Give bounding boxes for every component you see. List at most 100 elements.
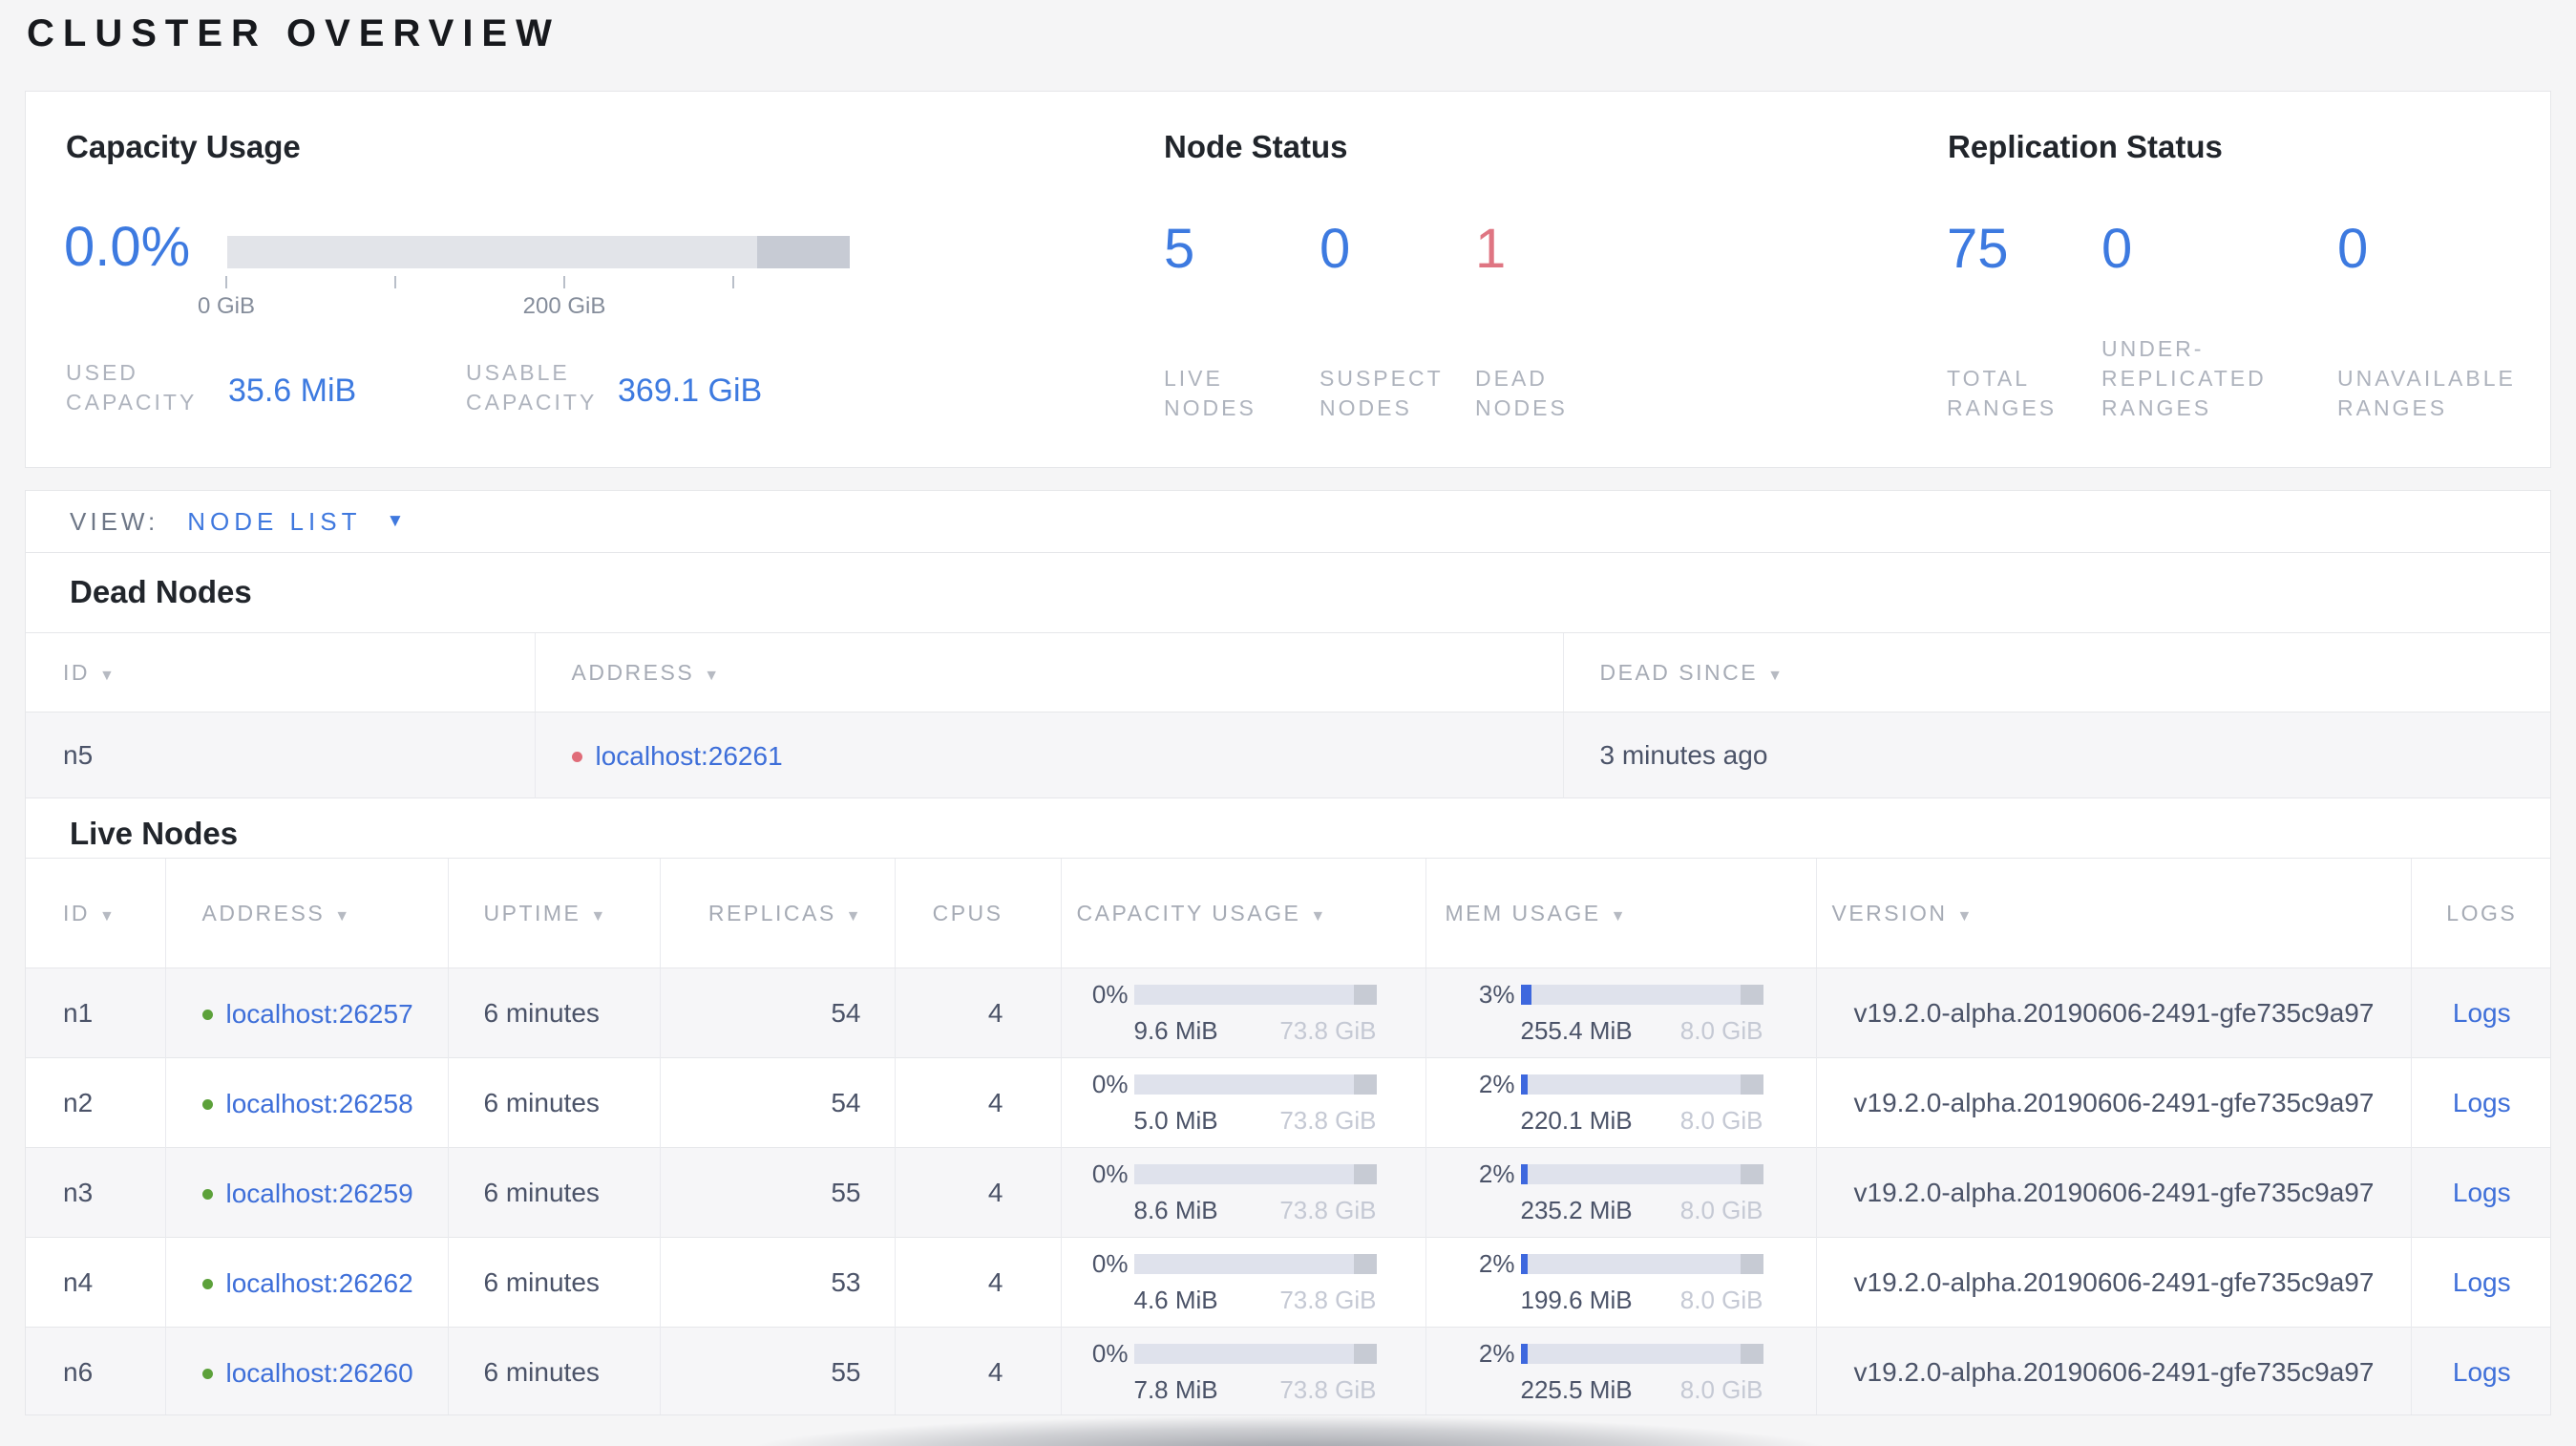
capacity-mini-bar <box>1133 1074 1377 1095</box>
mem-mini-bar <box>1520 1344 1763 1364</box>
live-status-dot-icon <box>201 1188 213 1200</box>
table-row: n1 localhost:26257 6 minutes 54 4 0% 9.6 <box>26 968 2550 1058</box>
sort-arrow-icon: ▼ <box>1767 667 1783 684</box>
replicas-cell: 55 <box>659 1327 895 1414</box>
capacity-usage-cell: 0% 5.0 MiB 73.8 GiB <box>1060 1057 1425 1148</box>
node-id-cell: n6 <box>63 1356 94 1387</box>
sort-arrow-icon: ▼ <box>704 667 720 684</box>
sort-arrow-icon: ▼ <box>99 907 115 925</box>
column-header-uptime[interactable]: UPTIME ▼ <box>447 858 660 968</box>
view-selector-dropdown[interactable]: NODE LIST ▼ <box>187 507 404 537</box>
mem-total-value: 8.0 GiB <box>1679 1016 1763 1045</box>
mem-usage-cell: 3% 255.4 MiB 8.0 GiB <box>1425 968 1816 1058</box>
live-nodes-header-row: ID ▼ ADDRESS ▼ UPTIME ▼ REPLICAS ▼ CPUS CAPACITY … <box>26 858 2550 968</box>
version-text: v19.2.0-alpha.20190606-2491-gfe735c9a97 <box>1853 1087 2375 1117</box>
live-nodes-table: ID ▼ ADDRESS ▼ UPTIME ▼ REPLICAS ▼ CPUS CAPACITY … <box>26 858 2550 1414</box>
dead-status-dot-icon <box>571 751 582 762</box>
capacity-percent-label: 0% <box>1091 980 1129 1009</box>
node-address-cell: localhost:26261 <box>534 712 1563 798</box>
mem-total-value: 8.0 GiB <box>1679 1286 1763 1314</box>
capacity-total-value: 73.8 GiB <box>1279 1016 1377 1045</box>
capacity-percent-label: 0% <box>1091 1159 1129 1188</box>
axis-tick-label: 0 GiB <box>197 293 256 319</box>
mem-percent-label: 2% <box>1478 1070 1515 1098</box>
capacity-gauge-axis: 0 GiB 200 GiB <box>198 272 848 330</box>
column-header-replicas[interactable]: REPLICAS ▼ <box>659 858 895 968</box>
column-header-id[interactable]: ID ▼ <box>26 858 165 968</box>
column-header-mem-usage[interactable]: MEM USAGE ▼ <box>1425 858 1816 968</box>
dead-nodes-header-row: ID ▼ ADDRESS ▼ DEAD SINCE ▼ <box>26 632 2550 712</box>
mem-usage-cell: 2% 199.6 MiB 8.0 GiB <box>1425 1237 1816 1328</box>
node-address-link[interactable]: localhost:26260 <box>226 1358 413 1389</box>
live-status-dot-icon <box>201 1098 213 1110</box>
logs-link[interactable]: Logs <box>2453 1267 2511 1297</box>
logs-link[interactable]: Logs <box>2453 1178 2511 1207</box>
mem-bar-reserved <box>1740 1164 1763 1184</box>
replicas-cell: 55 <box>659 1147 895 1238</box>
node-address-link[interactable]: localhost:26262 <box>226 1268 413 1299</box>
table-row: n6 localhost:26260 6 minutes 55 4 0% 7.8 <box>26 1327 2550 1414</box>
column-header-id[interactable]: ID ▼ <box>26 632 535 712</box>
stat-label: TOTAL RANGES <box>1947 366 2058 420</box>
mem-usage-cell: 2% 225.5 MiB 8.0 GiB <box>1425 1327 1816 1414</box>
node-address-cell: localhost:26258 <box>164 1057 448 1148</box>
node-address-link[interactable]: localhost:26259 <box>226 1179 413 1209</box>
logs-link[interactable]: Logs <box>2453 1088 2511 1117</box>
dead-since-cell: 3 minutes ago <box>1562 712 2550 798</box>
sort-arrow-icon: ▼ <box>1610 907 1626 925</box>
mem-total-value: 8.0 GiB <box>1679 1106 1763 1135</box>
node-address-link[interactable]: localhost:26258 <box>226 1089 413 1119</box>
logs-link[interactable]: Logs <box>2453 998 2511 1028</box>
capacity-gauge-bar <box>227 236 850 268</box>
version-text: v19.2.0-alpha.20190606-2491-gfe735c9a97 <box>1853 1177 2375 1207</box>
table-row: n2 localhost:26258 6 minutes 54 4 0% 5.0 <box>26 1057 2550 1148</box>
column-header-address[interactable]: ADDRESS ▼ <box>164 858 448 968</box>
version-cell: v19.2.0-alpha.20190606-2491-gfe735c9a97 <box>1815 968 2411 1058</box>
column-header-address[interactable]: ADDRESS ▼ <box>534 632 1563 712</box>
capacity-percent-label: 0% <box>1091 1070 1129 1098</box>
capacity-usage-cell: 0% 7.8 MiB 73.8 GiB <box>1060 1327 1425 1414</box>
sort-arrow-icon: ▼ <box>1310 907 1326 925</box>
mem-mini-bar <box>1520 1074 1763 1095</box>
bottom-shadow <box>592 1415 1986 1446</box>
cpus-cell: 4 <box>894 1327 1061 1414</box>
sort-arrow-icon: ▼ <box>845 907 861 925</box>
column-header-dead-since[interactable]: DEAD SINCE ▼ <box>1562 632 2550 712</box>
logs-cell: Logs <box>2410 1327 2550 1414</box>
version-cell: v19.2.0-alpha.20190606-2491-gfe735c9a97 <box>1815 1237 2411 1328</box>
view-bar: VIEW: NODE LIST ▼ <box>25 490 2551 553</box>
live-nodes-title: Live Nodes <box>70 816 239 851</box>
column-header-capacity-usage[interactable]: CAPACITY USAGE ▼ <box>1060 858 1425 968</box>
capacity-bar-reserved <box>1353 1344 1377 1364</box>
usable-capacity-label: USABLE CAPACITY <box>466 360 598 415</box>
dead-nodes-title: Dead Nodes <box>70 574 252 609</box>
mem-bar-reserved <box>1740 1254 1763 1274</box>
capacity-mini-bar <box>1133 1164 1377 1184</box>
column-header-version[interactable]: VERSION ▼ <box>1815 858 2411 968</box>
capacity-percent: 0.0% <box>64 216 191 278</box>
mem-total-value: 8.0 GiB <box>1679 1196 1763 1224</box>
node-id-cell: n5 <box>63 739 94 770</box>
node-id-cell: n4 <box>63 1266 94 1297</box>
stat-label: UNDER-REPLICATED RANGES <box>2101 336 2267 420</box>
axis-tick-label: 200 GiB <box>522 293 606 319</box>
node-address-link[interactable]: localhost:26261 <box>596 741 783 772</box>
capacity-total-value: 73.8 GiB <box>1279 1375 1377 1404</box>
mem-mini-bar <box>1520 985 1763 1005</box>
capacity-mini-bar <box>1133 1254 1377 1274</box>
node-id-cell: n2 <box>63 1087 94 1117</box>
usable-capacity-stat: USABLE CAPACITY 369.1 GiB <box>466 358 762 417</box>
view-selected-value: NODE LIST <box>187 506 362 536</box>
node-address-link[interactable]: localhost:26257 <box>226 999 413 1030</box>
stat-label: LIVE NODES <box>1164 366 1256 420</box>
mem-bar-fill <box>1520 1344 1528 1364</box>
logs-link[interactable]: Logs <box>2453 1357 2511 1387</box>
mem-usage-cell: 2% 235.2 MiB 8.0 GiB <box>1425 1147 1816 1238</box>
node-id-cell: n1 <box>63 997 94 1028</box>
nodes-tables-panel: Dead Nodes ID ▼ ADDRESS ▼ DEAD SINCE ▼ n5 loc… <box>25 553 2551 1415</box>
mem-percent-label: 3% <box>1478 980 1515 1009</box>
logs-cell: Logs <box>2410 1057 2550 1148</box>
mem-mini-bar <box>1520 1254 1763 1274</box>
capacity-usage-cell: 0% 8.6 MiB 73.8 GiB <box>1060 1147 1425 1238</box>
mem-usage-cell: 2% 220.1 MiB 8.0 GiB <box>1425 1057 1816 1148</box>
